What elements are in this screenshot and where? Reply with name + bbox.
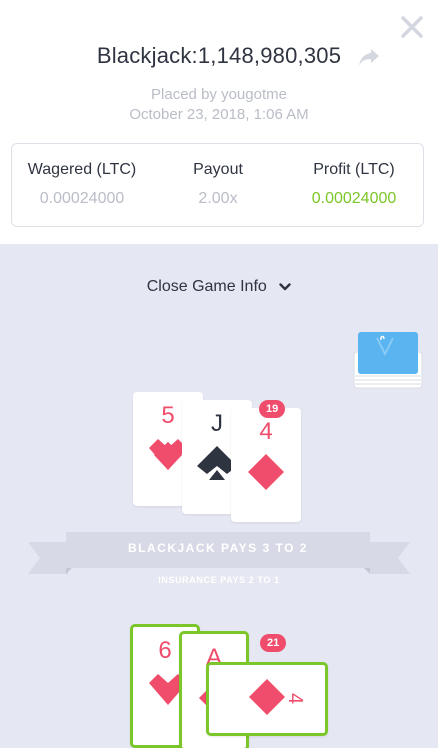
bet-date: October 23, 2018, 1:06 AM	[129, 106, 309, 123]
close-icon[interactable]	[398, 13, 426, 41]
close-game-info-label: Close Game Info	[146, 278, 267, 296]
card-deck-icon	[353, 332, 423, 390]
profit-stat: Profit (LTC) 0.00024000	[284, 144, 424, 228]
wagered-stat: Wagered (LTC) 0.00024000	[12, 144, 152, 228]
game-info-area: Close Game Info 5 J 4 19 BLACKJACK PAYS …	[0, 244, 438, 748]
title-row: Blackjack:1,148,980,305	[0, 43, 438, 73]
dealer-card: 4	[231, 408, 301, 522]
share-icon[interactable]	[357, 47, 381, 69]
close-game-info-toggle[interactable]: Close Game Info	[0, 278, 438, 296]
bet-details-modal: Blackjack:1,148,980,305 Placed by yougot…	[0, 0, 438, 748]
wagered-label: Wagered (LTC)	[27, 161, 137, 178]
diamond-suit-icon	[244, 452, 288, 497]
payout-value: 2.00x	[198, 190, 238, 207]
diamond-suit-icon	[247, 677, 287, 722]
placed-by-text: Placed by yougotme	[151, 86, 287, 103]
wagered-value: 0.00024000	[39, 190, 125, 207]
card-rank: 4	[259, 418, 273, 445]
blackjack-payout-banner: BLACKJACK PAYS 3 TO 2	[128, 541, 308, 555]
card-rank: 4	[284, 692, 307, 705]
dealer-total-badge: 19	[259, 400, 286, 418]
payout-stat: Payout 2.00x	[152, 144, 284, 228]
bet-stats-panel: Wagered (LTC) 0.00024000 Payout 2.00x Pr…	[11, 143, 424, 227]
profit-label: Profit (LTC)	[313, 161, 395, 178]
player-total-badge: 21	[260, 634, 287, 652]
chevron-down-icon	[279, 278, 291, 296]
insurance-payout-text: INSURANCE PAYS 2 TO 1	[158, 575, 280, 585]
player-card-doubled: 4	[206, 662, 328, 736]
payout-label: Payout	[193, 161, 243, 178]
profit-value: 0.00024000	[311, 190, 397, 207]
bet-title: Blackjack:1,148,980,305	[96, 43, 342, 68]
